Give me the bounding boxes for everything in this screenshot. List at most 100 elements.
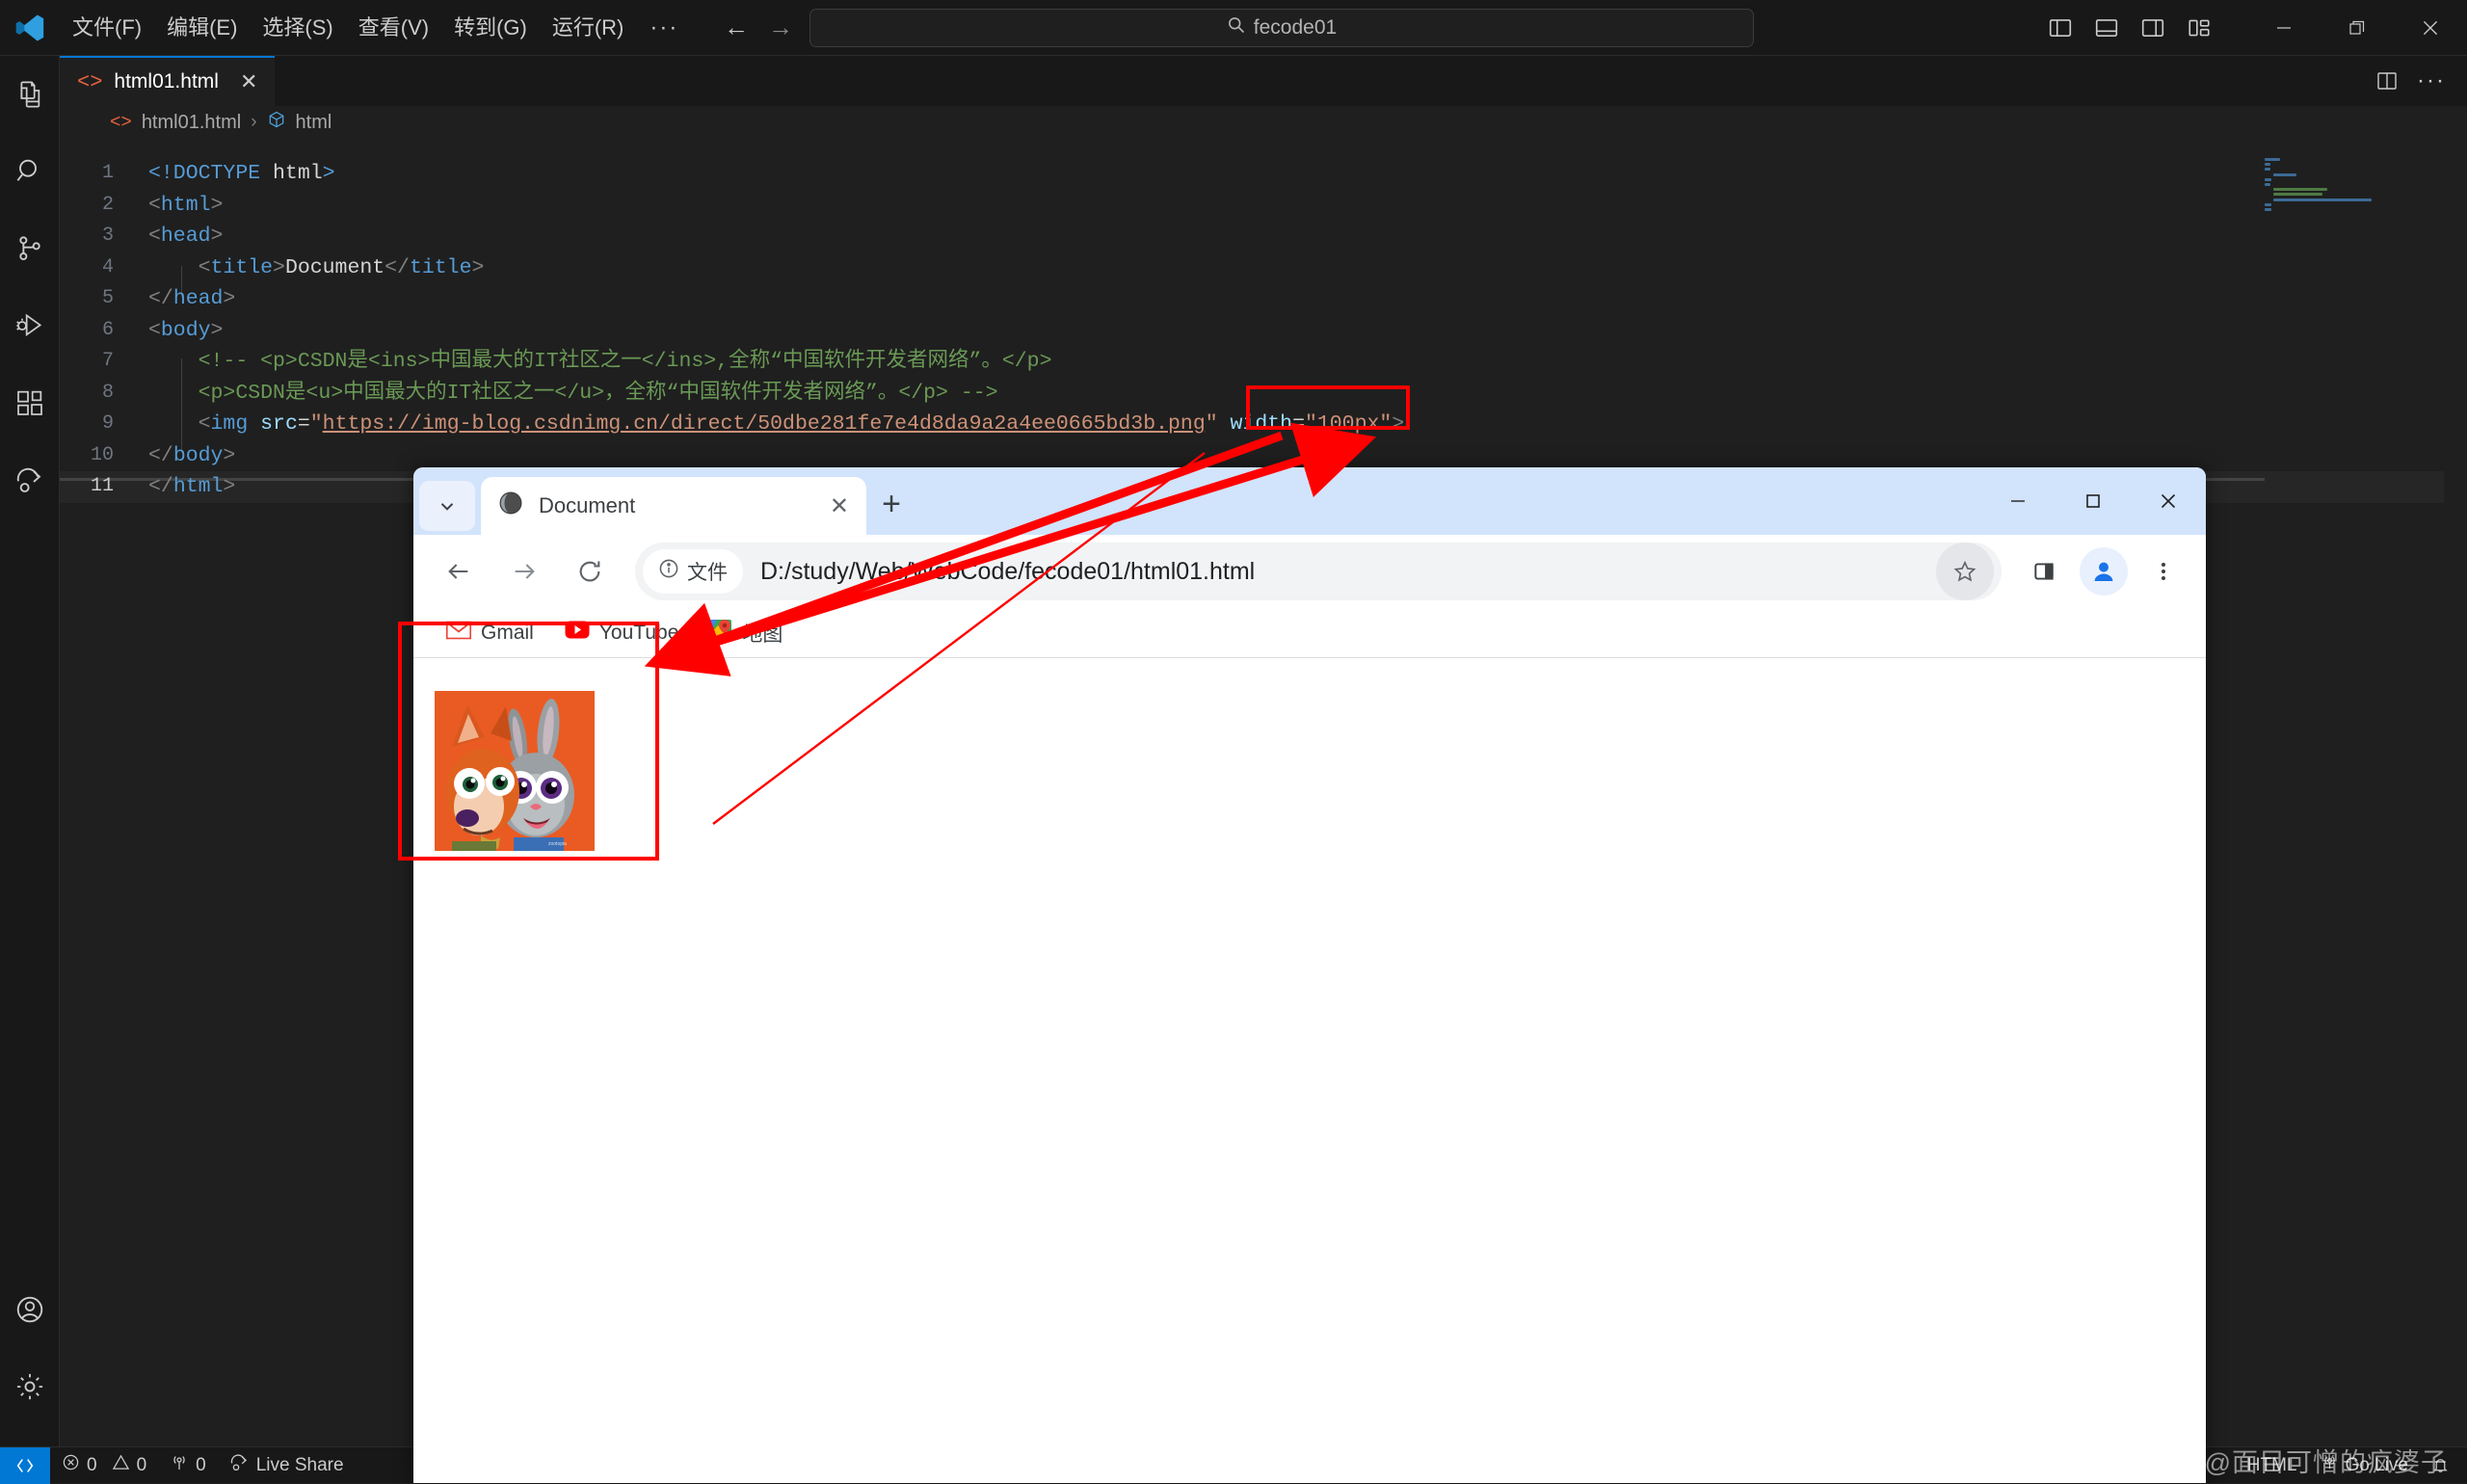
line-number: 5 xyxy=(60,283,148,315)
code-line[interactable]: 9 <img src="https://img-blog.csdnimg.cn/… xyxy=(60,409,2467,440)
breadcrumb-separator: › xyxy=(251,112,256,133)
chrome-close-button[interactable] xyxy=(2131,467,2206,535)
problems-status[interactable]: 0 0 xyxy=(50,1447,158,1484)
chrome-minimize-button[interactable] xyxy=(1980,467,2056,535)
breadcrumb-symbol[interactable]: html xyxy=(296,112,332,134)
three-dot-menu-icon[interactable] xyxy=(2136,544,2190,598)
ports-status[interactable]: 0 xyxy=(158,1447,218,1484)
menu-run[interactable]: 运行(R) xyxy=(540,8,637,48)
gmail-icon xyxy=(446,621,471,646)
bookmark-maps[interactable]: 地图 xyxy=(698,613,794,653)
settings-gear-icon[interactable] xyxy=(0,1348,60,1425)
warning-icon xyxy=(112,1453,130,1477)
toggle-primary-sidebar-icon[interactable] xyxy=(2037,0,2083,56)
new-tab-button[interactable]: + xyxy=(866,479,916,529)
code-line[interactable]: 8 <p>CSDN是<u>中国最大的IT社区之一</u>，全称“中国软件开发者网… xyxy=(60,378,2467,410)
side-panel-icon[interactable] xyxy=(2017,544,2071,598)
menu-file[interactable]: 文件(F) xyxy=(60,8,154,48)
menu-view[interactable]: 查看(V) xyxy=(346,8,441,48)
reload-button[interactable] xyxy=(560,542,620,601)
accounts-icon[interactable] xyxy=(0,1271,60,1348)
editor-overview-ruler[interactable] xyxy=(2444,139,2467,1446)
back-button[interactable] xyxy=(429,542,489,601)
command-center[interactable]: fecode01 xyxy=(809,9,1754,47)
remote-window-icon[interactable] xyxy=(0,1447,50,1484)
line-number: 2 xyxy=(60,190,148,222)
csdn-watermark: CSDN @面目可憎的疯婆子 xyxy=(2119,1442,2448,1479)
live-share-label: Live Share xyxy=(256,1455,344,1476)
run-and-debug-icon[interactable] xyxy=(0,287,60,364)
bookmarks-bar: Gmail YouTube 地图 xyxy=(413,608,2206,658)
editor-tab-html01[interactable]: <> html01.html ✕ xyxy=(60,56,275,106)
editor-tabbar: <> html01.html ✕ ··· xyxy=(60,56,2467,106)
code-line[interactable]: 3<head> xyxy=(60,221,2467,252)
editor-tabbar-actions: ··· xyxy=(2367,56,2467,106)
address-bar-url[interactable]: D:/study/Web/WebCode/fecode01/html01.htm… xyxy=(760,558,1255,586)
chevron-down-icon[interactable] xyxy=(419,481,475,531)
close-icon[interactable]: ✕ xyxy=(830,492,849,520)
code-text: </head> xyxy=(148,283,235,315)
close-icon[interactable]: ✕ xyxy=(240,69,257,94)
window-minimize-button[interactable] xyxy=(2247,0,2321,56)
window-restore-button[interactable] xyxy=(2321,0,2394,56)
code-line[interactable]: 6<body> xyxy=(60,315,2467,347)
search-text: fecode01 xyxy=(1254,16,1337,40)
code-text: <head> xyxy=(148,221,223,252)
nav-forward-button[interactable]: → xyxy=(762,10,799,46)
line-number: 11 xyxy=(60,471,148,503)
breadcrumb: <> html01.html › html xyxy=(60,106,2467,139)
bookmark-gmail[interactable]: Gmail xyxy=(435,615,545,651)
editor-tab-label: html01.html xyxy=(114,70,219,93)
code-line[interactable]: 1<!DOCTYPE html> xyxy=(60,158,2467,190)
explorer-icon[interactable] xyxy=(0,56,60,133)
search-box[interactable]: fecode01 xyxy=(809,9,1754,47)
code-text: <p>CSDN是<u>中国最大的IT社区之一</u>，全称“中国软件开发者网络”… xyxy=(148,378,998,410)
line-number: 6 xyxy=(60,315,148,347)
avatar xyxy=(2080,547,2128,596)
file-scheme-chip[interactable]: 文件 xyxy=(643,549,743,594)
live-share-icon[interactable] xyxy=(0,441,60,518)
chrome-tab-document[interactable]: Document ✕ xyxy=(481,477,866,535)
youtube-icon xyxy=(565,621,590,645)
omnibox[interactable]: 文件 D:/study/Web/WebCode/fecode01/html01.… xyxy=(635,543,2002,600)
code-line[interactable]: 5</head> xyxy=(60,283,2467,315)
live-share-icon xyxy=(229,1452,250,1478)
menu-more-button[interactable]: ··· xyxy=(636,11,692,45)
live-share-status[interactable]: Live Share xyxy=(218,1447,356,1484)
nav-back-button[interactable]: ← xyxy=(718,10,755,46)
customize-layout-icon[interactable] xyxy=(2176,0,2222,56)
rendered-image: zootopia xyxy=(435,691,595,851)
code-text: </html> xyxy=(148,471,235,503)
code-line[interactable]: 7 <!-- <p>CSDN是<ins>中国最大的IT社区之一</ins>,全称… xyxy=(60,346,2467,378)
menu-go[interactable]: 转到(G) xyxy=(441,8,540,48)
code-line[interactable]: 4 <title>Document</title> xyxy=(60,252,2467,284)
forward-button[interactable] xyxy=(494,542,554,601)
more-actions-icon[interactable]: ··· xyxy=(2411,61,2452,101)
chrome-window-controls xyxy=(1980,467,2206,535)
chrome-tabstrip: Document ✕ + xyxy=(413,467,2206,535)
source-control-icon[interactable] xyxy=(0,210,60,287)
code-line[interactable]: 2<html> xyxy=(60,190,2467,222)
vscode-titlebar: 文件(F) 编辑(E) 选择(S) 查看(V) 转到(G) 运行(R) ··· … xyxy=(0,0,2467,56)
menu-edit[interactable]: 编辑(E) xyxy=(154,8,250,48)
profile-avatar-icon[interactable] xyxy=(2077,544,2131,598)
menu-selection[interactable]: 选择(S) xyxy=(250,8,345,48)
search-icon[interactable] xyxy=(0,133,60,210)
window-close-button[interactable] xyxy=(2394,0,2467,56)
line-number: 7 xyxy=(60,346,148,378)
google-maps-icon xyxy=(709,619,732,648)
symbol-class-icon xyxy=(267,110,286,135)
toggle-secondary-sidebar-icon[interactable] xyxy=(2130,0,2176,56)
line-number: 3 xyxy=(60,221,148,252)
info-circle-icon xyxy=(658,558,679,585)
breadcrumb-file[interactable]: html01.html xyxy=(142,112,241,134)
chrome-maximize-button[interactable] xyxy=(2056,467,2131,535)
bookmark-star-icon[interactable] xyxy=(1936,543,1994,600)
warning-count: 0 xyxy=(137,1455,147,1476)
toggle-panel-icon[interactable] xyxy=(2083,0,2130,56)
radio-tower-icon xyxy=(170,1453,189,1478)
error-count: 0 xyxy=(87,1455,97,1476)
extensions-icon[interactable] xyxy=(0,364,60,441)
split-editor-icon[interactable] xyxy=(2367,61,2407,101)
bookmark-youtube[interactable]: YouTube xyxy=(553,615,691,650)
